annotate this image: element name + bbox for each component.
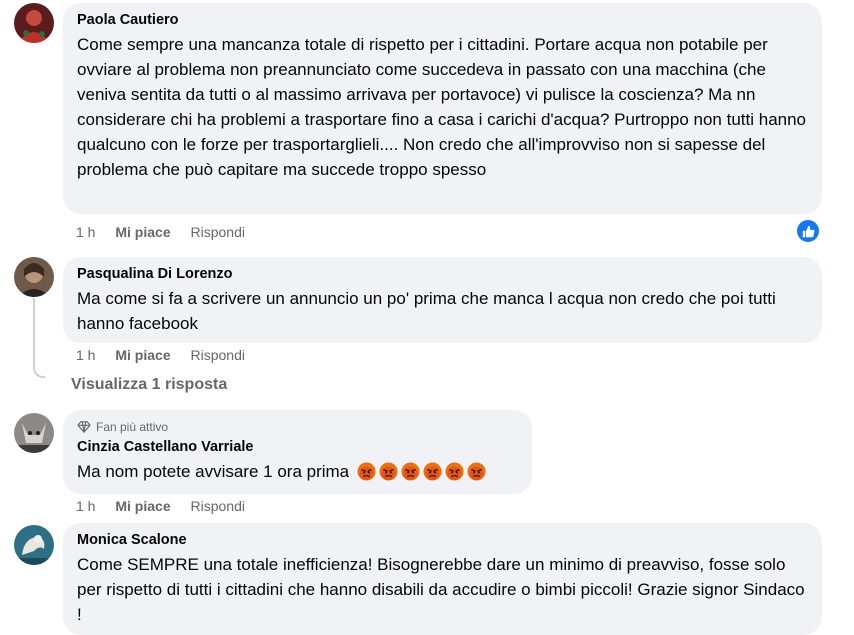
comment-text-row: Ma nom potete avvisare 1 ora prima bbox=[77, 459, 518, 484]
comment-bubble: Monica Scalone Come SEMPRE una totale in… bbox=[63, 523, 822, 635]
avatar-image bbox=[14, 257, 54, 297]
avatar[interactable] bbox=[14, 257, 54, 297]
angry-face-emoji-icon bbox=[467, 462, 486, 481]
angry-face-emoji-icon bbox=[357, 462, 376, 481]
comment-actions: 1 h Mi piace Rispondi bbox=[76, 497, 261, 515]
badge-label: Fan più attivo bbox=[96, 420, 169, 434]
comment-text: Come sempre una mancanza totale di rispe… bbox=[77, 35, 807, 179]
comment-text: Come SEMPRE una totale inefficienza! Bis… bbox=[77, 555, 805, 624]
view-replies-link[interactable]: Visualizza 1 risposta bbox=[71, 376, 227, 394]
like-button[interactable]: Mi piace bbox=[115, 498, 170, 514]
angry-face-emoji-icon bbox=[401, 462, 420, 481]
like-button[interactable]: Mi piace bbox=[115, 347, 170, 363]
angry-face-emoji-icon bbox=[423, 462, 442, 481]
reply-button[interactable]: Rispondi bbox=[191, 347, 245, 363]
angry-face-emoji-icon bbox=[379, 462, 398, 481]
thumbs-up-icon bbox=[802, 225, 814, 237]
comment-text: Ma come si fa a scrivere un annuncio un … bbox=[77, 289, 776, 333]
thread-line bbox=[33, 298, 45, 378]
comment-actions: 1 h Mi piace Rispondi bbox=[76, 223, 261, 241]
comment-text: Ma nom potete avvisare 1 ora prima bbox=[77, 462, 350, 481]
avatar[interactable] bbox=[14, 3, 54, 43]
top-fan-badge: Fan più attivo bbox=[77, 419, 518, 435]
diamond-icon bbox=[77, 421, 91, 433]
comment-timestamp[interactable]: 1 h bbox=[76, 498, 95, 514]
comment-actions: 1 h Mi piace Rispondi bbox=[76, 346, 261, 364]
angry-face-emoji-icon bbox=[445, 462, 464, 481]
avatar-image bbox=[14, 525, 54, 565]
reply-button[interactable]: Rispondi bbox=[191, 498, 245, 514]
comment-timestamp[interactable]: 1 h bbox=[76, 347, 95, 363]
like-button[interactable]: Mi piace bbox=[115, 224, 170, 240]
like-reaction-icon[interactable] bbox=[795, 218, 821, 244]
avatar[interactable] bbox=[14, 413, 54, 453]
comment-bubble: Paola Cautiero Come sempre una mancanza … bbox=[63, 3, 822, 214]
comment-author[interactable]: Pasqualina Di Lorenzo bbox=[77, 265, 808, 284]
comment-bubble: Pasqualina Di Lorenzo Ma come si fa a sc… bbox=[63, 257, 822, 343]
comment-author[interactable]: Monica Scalone bbox=[77, 531, 808, 550]
avatar-image bbox=[14, 3, 54, 43]
reply-button[interactable]: Rispondi bbox=[191, 224, 245, 240]
comment-author[interactable]: Cinzia Castellano Varriale bbox=[77, 438, 518, 457]
emoji-row bbox=[354, 462, 486, 481]
comment-bubble: Fan più attivo Cinzia Castellano Varrial… bbox=[63, 410, 532, 494]
avatar-image bbox=[14, 413, 54, 453]
comment-timestamp[interactable]: 1 h bbox=[76, 224, 95, 240]
avatar[interactable] bbox=[14, 525, 54, 565]
comment-author[interactable]: Paola Cautiero bbox=[77, 11, 808, 30]
